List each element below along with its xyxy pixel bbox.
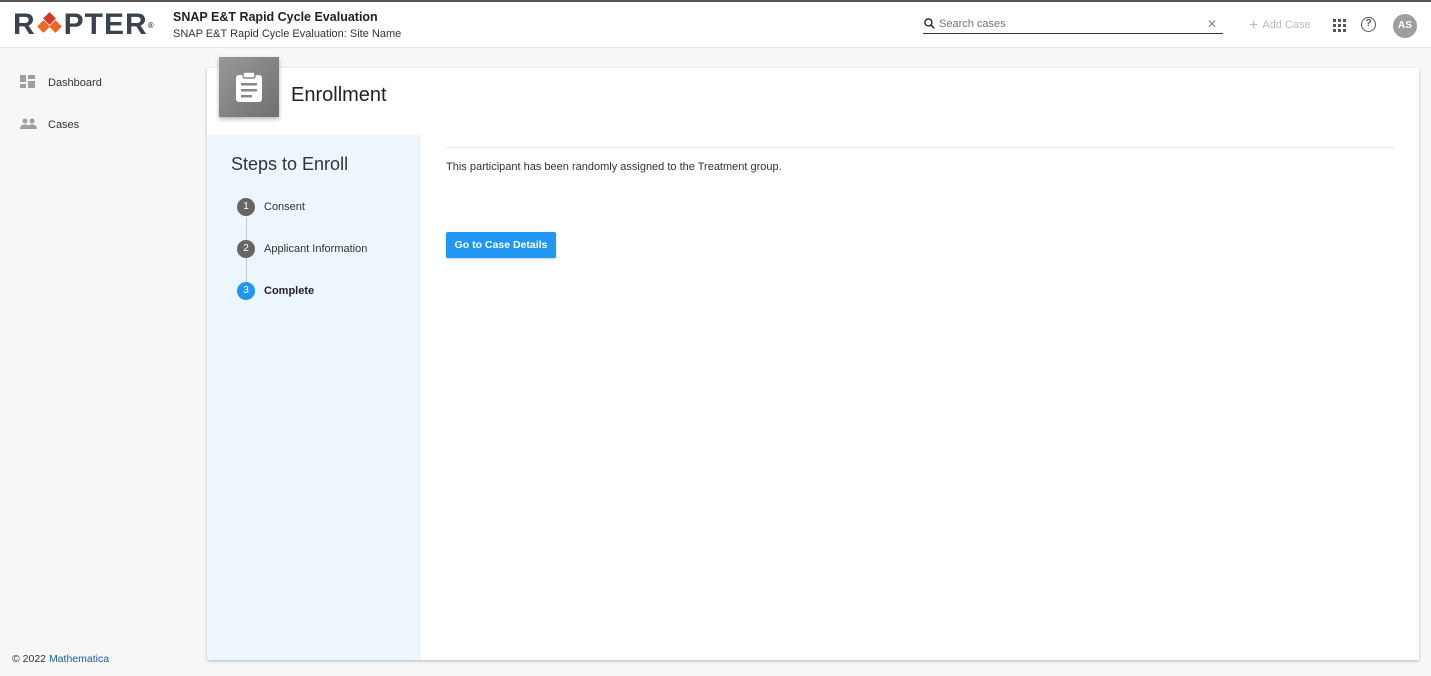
steps-title: Steps to Enroll [231, 154, 349, 174]
sidebar-item-cases[interactable]: Cases [0, 104, 205, 146]
step-applicant-information: 2 Applicant Information [237, 240, 367, 258]
people-icon [20, 118, 48, 132]
search-box: ✕ [923, 14, 1223, 34]
footer: © 2022 Mathematica [12, 653, 110, 665]
help-icon[interactable]: ? [1361, 17, 1376, 32]
app-title: SNAP E&T Rapid Cycle Evaluation [173, 10, 378, 24]
avatar[interactable]: AS [1393, 14, 1417, 38]
app-subtitle: SNAP E&T Rapid Cycle Evaluation: Site Na… [173, 28, 402, 40]
clear-search-icon[interactable]: ✕ [1207, 17, 1217, 31]
apps-grid-icon[interactable] [1333, 19, 1346, 32]
rapter-logo[interactable]: R PTER ® [13, 8, 155, 42]
sidebar: Dashboard Cases [0, 62, 205, 146]
search-icon [924, 18, 935, 29]
clipboard-icon [219, 57, 279, 117]
dashboard-icon [20, 75, 48, 91]
mathematica-link[interactable]: Mathematica [49, 653, 109, 665]
page-title: Enrollment [291, 84, 387, 106]
plus-icon: + [1249, 17, 1259, 34]
sidebar-item-dashboard[interactable]: Dashboard [0, 62, 205, 104]
logo-diamonds-icon [36, 12, 63, 38]
divider [446, 147, 1395, 148]
step-consent: 1 Consent [237, 198, 305, 216]
go-to-case-details-button[interactable]: Go to Case Details [446, 232, 556, 258]
steps-panel: Steps to Enroll 1 Consent 2 Applicant Info… [207, 135, 421, 660]
search-input[interactable] [939, 17, 1207, 30]
assignment-message: This participant has been randomly assig… [446, 161, 782, 173]
step-complete: 3 Complete [237, 282, 314, 300]
app-header: R PTER ® SNAP E&T Rapid Cycle Evaluation S… [0, 2, 1431, 48]
add-case-button[interactable]: + Add Case [1249, 17, 1311, 35]
